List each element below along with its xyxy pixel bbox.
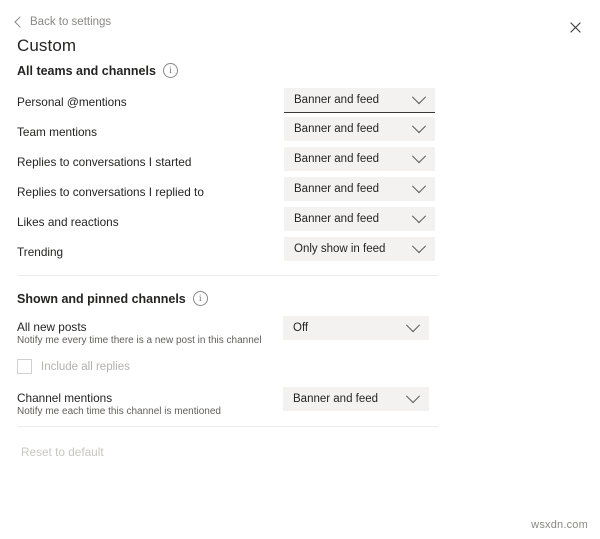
chevron-down-icon [411,149,427,164]
setting-description: Notify me every time there is a new post… [17,335,262,346]
section-heading-shown-and-pinned-channels: Shown and pinned channels i [17,291,208,306]
chevron-down-icon [411,179,427,194]
dropdown-all-new-posts[interactable]: Off [283,316,429,340]
chevron-left-icon [14,16,26,28]
dropdown-likes-reactions[interactable]: Banner and feed [284,207,435,231]
section-heading-all-teams-and-channels: All teams and channels i [17,63,178,78]
section-heading-label: All teams and channels [17,63,156,78]
setting-description: Notify me each time this channel is ment… [17,406,221,417]
setting-label: Trending [17,245,64,259]
chevron-down-icon [411,209,427,224]
dropdown-personal-mentions[interactable]: Banner and feed [284,88,435,113]
chevron-down-icon [405,318,421,333]
checkbox-box-icon [17,359,32,374]
dropdown-value: Banner and feed [294,123,380,135]
setting-row-all-new-posts: All new posts Notify me every time there… [0,316,600,354]
dropdown-value: Only show in feed [294,243,386,255]
section-divider [18,275,438,276]
page-title: Custom [17,36,77,55]
info-icon[interactable]: i [192,291,208,306]
section-heading-label: Shown and pinned channels [17,291,186,306]
close-button[interactable] [564,16,586,38]
setting-label: Replies to conversations I started [17,155,192,169]
setting-row-trending: Trending Only show in feed [0,237,600,271]
reset-to-default-button[interactable]: Reset to default [21,445,104,459]
dropdown-replies-replied[interactable]: Banner and feed [284,177,435,201]
chevron-down-icon [405,389,421,404]
setting-label: Likes and reactions [17,215,119,229]
setting-label: Channel mentions [17,391,113,405]
setting-label: Replies to conversations I replied to [17,185,204,199]
close-icon [569,21,581,33]
dropdown-value: Banner and feed [294,213,380,225]
dropdown-value: Banner and feed [294,94,380,106]
checkbox-label: Include all replies [41,360,130,373]
dropdown-value: Off [293,322,309,334]
chevron-down-icon [411,119,427,134]
dropdown-team-mentions[interactable]: Banner and feed [284,117,435,141]
dropdown-trending[interactable]: Only show in feed [284,237,435,261]
dropdown-value: Banner and feed [294,153,380,165]
setting-row-channel-mentions: Channel mentions Notify me each time thi… [0,387,600,425]
footer-divider [18,426,438,427]
back-to-settings-link[interactable]: Back to settings [14,16,112,28]
dropdown-channel-mentions[interactable]: Banner and feed [283,387,429,411]
setting-label: Personal @mentions [17,95,127,109]
dropdown-value: Banner and feed [294,183,380,195]
back-to-settings-label: Back to settings [30,16,112,28]
watermark: wsxdn.com [531,519,588,531]
checkbox-include-all-replies[interactable]: Include all replies [17,359,130,374]
chevron-down-icon [411,239,427,254]
chevron-down-icon [411,90,427,105]
setting-label: All new posts [17,320,87,334]
setting-label: Team mentions [17,125,97,139]
dropdown-value: Banner and feed [293,393,379,405]
info-icon[interactable]: i [162,63,178,78]
dropdown-replies-started[interactable]: Banner and feed [284,147,435,171]
custom-notification-settings-panel: Back to settings Custom All teams and ch… [0,0,600,539]
